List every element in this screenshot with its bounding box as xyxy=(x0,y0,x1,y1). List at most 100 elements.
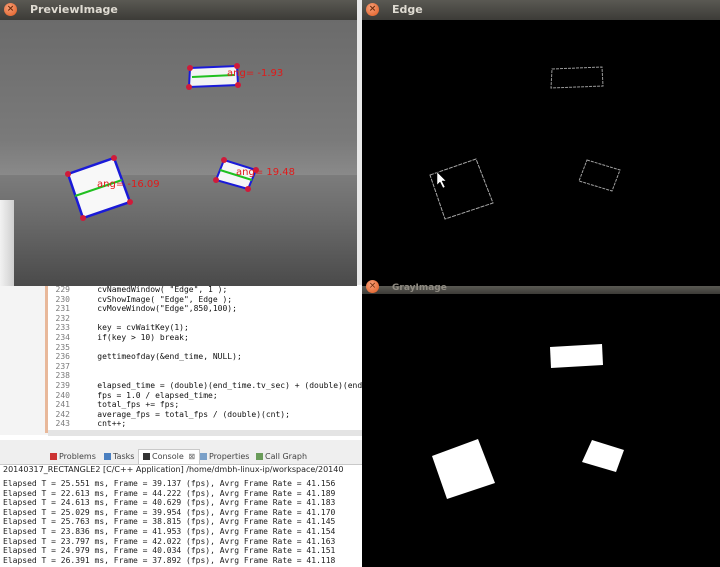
tab-label: Call Graph xyxy=(265,452,308,461)
code-line[interactable]: average_fps = total_fps / (double)(cnt); xyxy=(78,410,362,420)
preview-canvas: ang= -1.93 ang= -16.09 ang= 19.48 xyxy=(0,20,357,286)
tab-properties[interactable]: Properties xyxy=(196,450,253,464)
editor-horizontal-scrollbar[interactable] xyxy=(48,430,362,436)
tab-label: Console xyxy=(152,452,184,461)
code-line[interactable]: cnt++; xyxy=(78,419,362,429)
close-button[interactable]: × xyxy=(4,3,17,16)
code-line[interactable]: cvNamedWindow( "Edge", 1 ); xyxy=(78,285,362,295)
properties-icon xyxy=(200,453,207,460)
line-number: 239 xyxy=(55,380,70,390)
console-line: Elapsed T = 22.613 ms, Frame = 44.222 (f… xyxy=(3,488,336,498)
binary-rectangle xyxy=(582,440,624,472)
line-numbers: 229 230 231 232 233 234 235 236 237 238 … xyxy=(55,285,70,435)
angle-label: ang= -16.09 xyxy=(97,179,160,190)
corner-point xyxy=(187,65,193,71)
code-line[interactable]: cvMoveWindow("Edge",850,100); xyxy=(78,304,362,314)
line-number: 235 xyxy=(55,342,70,352)
edge-contour xyxy=(578,159,621,192)
window-controls: × xyxy=(366,3,379,16)
window-controls: × xyxy=(366,280,379,293)
line-number: 234 xyxy=(55,332,70,342)
line-number: 240 xyxy=(55,390,70,400)
edge-canvas xyxy=(362,20,720,286)
close-button[interactable]: × xyxy=(366,3,379,16)
close-tab-icon[interactable]: ⊠ xyxy=(188,452,195,461)
line-number: 232 xyxy=(55,313,70,323)
tasks-icon xyxy=(104,453,111,460)
code-editor[interactable]: 229 230 231 232 233 234 235 236 237 238 … xyxy=(0,285,362,440)
edge-window[interactable]: × Edge xyxy=(362,0,720,286)
window-title: GrayImage xyxy=(392,283,447,293)
code-line[interactable]: cvShowImage( "Edge", Edge ); xyxy=(78,295,362,305)
line-number: 237 xyxy=(55,361,70,371)
line-number: 233 xyxy=(55,323,70,333)
view-tab-bar: Problems Tasks Console ⊠ Properties Call… xyxy=(0,440,362,465)
edge-titlebar[interactable]: × Edge xyxy=(362,0,720,20)
console-line: Elapsed T = 24.613 ms, Frame = 40.629 (f… xyxy=(3,498,336,508)
console-line: Elapsed T = 25.029 ms, Frame = 39.954 (f… xyxy=(3,507,336,517)
problems-icon xyxy=(50,453,57,460)
code-lines[interactable]: cvNamedWindow( "Edge", 1 ); cvShowImage(… xyxy=(78,285,362,435)
code-line[interactable]: key = cvWaitKey(1); xyxy=(78,323,362,333)
angle-label: ang= 19.48 xyxy=(236,167,296,178)
editor-gutter xyxy=(0,285,48,435)
code-line[interactable]: gettimeofday(&end_time, NULL); xyxy=(78,352,362,362)
close-button[interactable]: × xyxy=(366,280,379,293)
console-line: Elapsed T = 23.797 ms, Frame = 42.022 (f… xyxy=(3,536,336,546)
preview-titlebar[interactable]: × PreviewImage xyxy=(0,0,357,20)
window-title: PreviewImage xyxy=(30,3,118,16)
gray-canvas xyxy=(362,294,720,567)
edge-contour xyxy=(550,66,604,89)
console-icon xyxy=(143,453,150,460)
console-launch-description: 20140317_RECTANGLE2 [C/C++ Application] … xyxy=(3,465,344,474)
corner-point xyxy=(65,171,71,177)
tab-call-graph[interactable]: Call Graph xyxy=(252,450,311,464)
call-graph-icon xyxy=(256,453,263,460)
binary-rectangle xyxy=(432,439,495,499)
code-line[interactable] xyxy=(78,343,362,353)
mouse-cursor-icon xyxy=(436,171,447,189)
line-number: 242 xyxy=(55,409,70,419)
code-line[interactable] xyxy=(78,371,362,381)
tab-label: Problems xyxy=(59,452,96,461)
corner-point xyxy=(186,84,192,90)
change-marker xyxy=(45,285,48,433)
edge-contour xyxy=(429,158,494,220)
binary-shapes xyxy=(432,344,624,499)
corner-point xyxy=(221,157,227,163)
line-number: 238 xyxy=(55,371,70,381)
angle-label: ang= -1.93 xyxy=(227,68,284,79)
code-line[interactable] xyxy=(78,314,362,324)
corner-point xyxy=(80,215,86,221)
console-view: Problems Tasks Console ⊠ Properties Call… xyxy=(0,440,362,567)
corner-point xyxy=(245,186,251,192)
code-line[interactable]: fps = 1.0 / elapsed_time; xyxy=(78,391,362,401)
gray-image-window[interactable]: × GrayImage xyxy=(362,280,720,567)
gray-titlebar[interactable]: × GrayImage xyxy=(362,280,720,294)
code-line[interactable] xyxy=(78,362,362,372)
tab-tasks[interactable]: Tasks xyxy=(100,450,138,464)
tab-console[interactable]: Console ⊠ xyxy=(138,449,201,464)
console-line: Elapsed T = 23.836 ms, Frame = 41.953 (f… xyxy=(3,526,336,536)
line-number: 236 xyxy=(55,352,70,362)
console-line: Elapsed T = 24.979 ms, Frame = 40.034 (f… xyxy=(3,546,336,556)
code-line[interactable]: elapsed_time = (double)(end_time.tv_sec)… xyxy=(78,381,362,391)
detection-overlay xyxy=(65,63,259,221)
corner-point xyxy=(213,177,219,183)
line-number: 230 xyxy=(55,294,70,304)
code-line[interactable]: total_fps += fps; xyxy=(78,400,362,410)
tab-label: Properties xyxy=(209,452,250,461)
window-controls: × xyxy=(4,3,17,16)
window-title: Edge xyxy=(392,3,423,16)
binary-rectangle xyxy=(550,344,603,368)
console-line: Elapsed T = 25.763 ms, Frame = 38.815 (f… xyxy=(3,517,336,527)
line-number: 243 xyxy=(55,419,70,429)
tab-problems[interactable]: Problems xyxy=(46,450,100,464)
line-number: 231 xyxy=(55,304,70,314)
line-number: 229 xyxy=(55,285,70,294)
corner-point xyxy=(127,199,133,205)
console-output[interactable]: Elapsed T = 25.551 ms, Frame = 39.137 (f… xyxy=(0,479,362,567)
code-line[interactable]: if(key > 10) break; xyxy=(78,333,362,343)
preview-image-window[interactable]: × PreviewImage ang= -1.93 ang= -16.09 an… xyxy=(0,0,357,286)
tab-label: Tasks xyxy=(113,452,135,461)
